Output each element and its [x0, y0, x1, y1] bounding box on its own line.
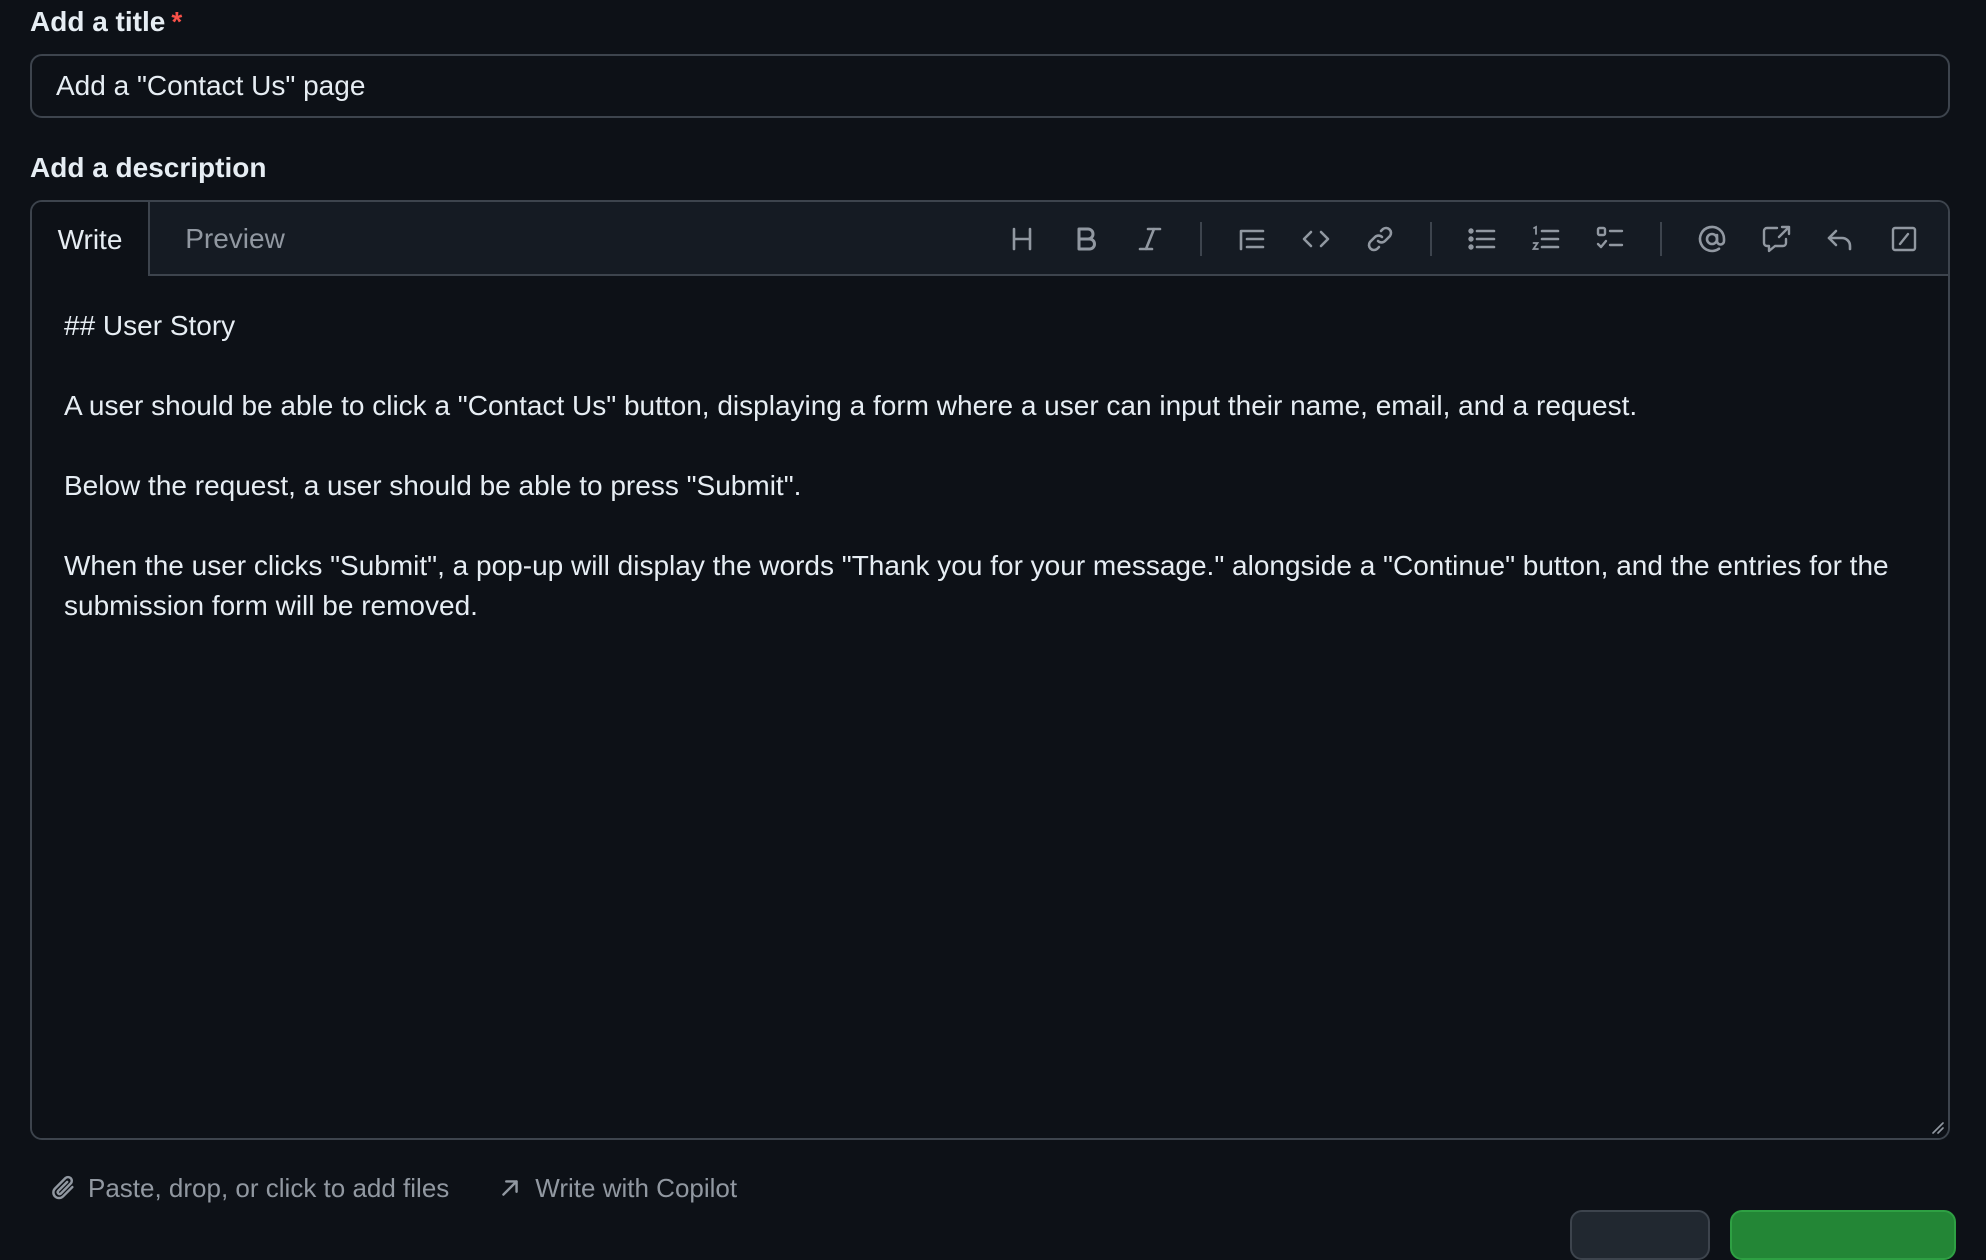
description-label: Add a description	[30, 152, 267, 183]
cancel-button[interactable]	[1570, 1210, 1710, 1260]
mention-button[interactable]	[1680, 207, 1744, 271]
title-label-text: Add a title	[30, 6, 166, 37]
toolbar-divider	[1430, 222, 1432, 256]
title-input[interactable]	[30, 54, 1950, 118]
attach-files-button[interactable]: Paste, drop, or click to add files	[48, 1173, 449, 1204]
cross-reference-icon	[1762, 225, 1791, 253]
link-button[interactable]	[1348, 207, 1412, 271]
heading-icon	[1012, 227, 1032, 251]
code-button[interactable]	[1284, 207, 1348, 271]
task-list-button[interactable]	[1578, 207, 1642, 271]
toolbar-divider	[1200, 222, 1202, 256]
arrow-up-right-icon	[502, 1180, 519, 1196]
code-icon	[1302, 230, 1330, 248]
tab-write[interactable]: Write	[32, 202, 150, 278]
title-label: Add a title *	[30, 6, 182, 38]
cross-reference-button[interactable]	[1744, 207, 1808, 271]
create-button[interactable]	[1730, 1210, 1956, 1260]
body-paragraph-1: A user should be able to click a "Contac…	[64, 390, 1638, 421]
reply-icon	[1827, 229, 1852, 251]
body-heading: ## User Story	[64, 310, 236, 341]
write-with-copilot-button[interactable]: Write with Copilot	[495, 1173, 737, 1204]
ordered-list-icon	[1531, 225, 1560, 250]
slash-commands-button[interactable]	[1872, 207, 1936, 271]
bold-button[interactable]	[1054, 207, 1118, 271]
unordered-list-icon	[1468, 228, 1496, 250]
tab-preview[interactable]: Preview	[150, 202, 320, 276]
body-paragraph-3: When the user clicks "Submit", a pop-up …	[64, 550, 1889, 621]
body-paragraph-2: Below the request, a user should be able…	[64, 470, 802, 501]
attach-files-label: Paste, drop, or click to add files	[88, 1172, 450, 1203]
task-list-icon	[1596, 226, 1624, 249]
markdown-toolbar	[990, 202, 1936, 276]
slash-commands-icon	[1891, 226, 1917, 252]
reply-button[interactable]	[1808, 207, 1872, 271]
italic-button[interactable]	[1118, 207, 1182, 271]
heading-button[interactable]	[990, 207, 1054, 271]
italic-icon	[1138, 227, 1162, 251]
unordered-list-button[interactable]	[1450, 207, 1514, 271]
toolbar-divider	[1660, 222, 1662, 256]
quote-button[interactable]	[1220, 207, 1284, 271]
link-icon	[1367, 226, 1393, 252]
required-marker: *	[171, 6, 183, 37]
editor-footer: Paste, drop, or click to add files Write…	[48, 1168, 737, 1208]
resize-handle-icon[interactable]	[1930, 1120, 1944, 1134]
mention-icon	[1698, 225, 1726, 253]
paperclip-icon	[52, 1175, 74, 1200]
quote-icon	[1239, 229, 1265, 251]
description-editor: Write Preview ## User Story A user shoul…	[30, 200, 1950, 1140]
ordered-list-button[interactable]	[1514, 207, 1578, 271]
write-with-copilot-label: Write with Copilot	[535, 1172, 738, 1203]
bold-icon	[1077, 227, 1096, 251]
editor-header: Write Preview	[32, 202, 1948, 278]
description-textarea[interactable]: ## User Story A user should be able to c…	[32, 276, 1948, 1138]
